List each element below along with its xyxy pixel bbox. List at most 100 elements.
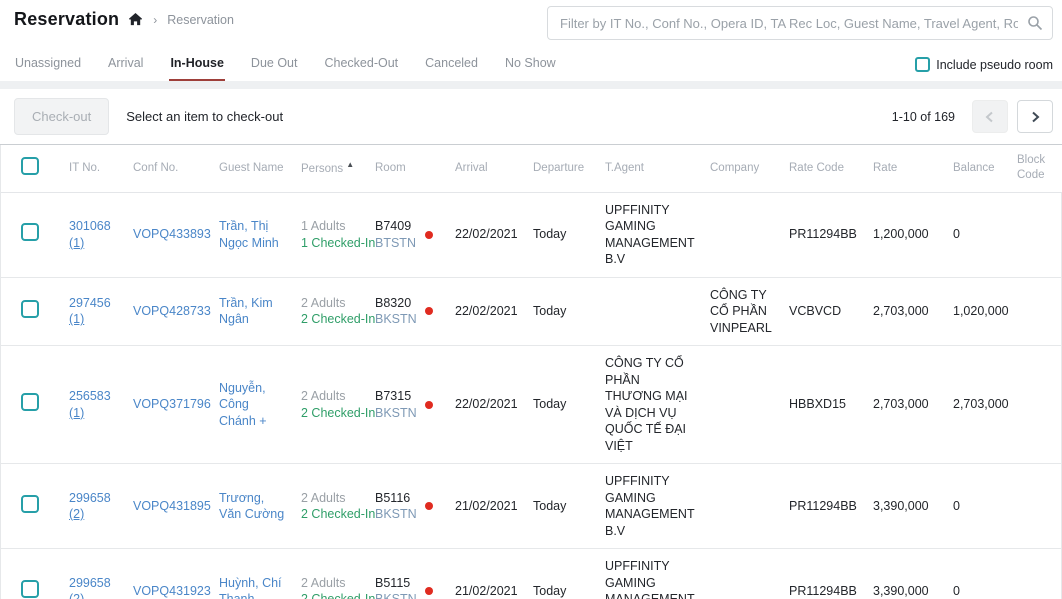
arrival-date: 22/02/2021	[443, 192, 521, 277]
it-no-link[interactable]: 297456 (1)	[69, 296, 111, 327]
tab-due-out[interactable]: Due Out	[250, 48, 299, 81]
it-no-link[interactable]: 299658 (2)	[69, 576, 111, 599]
column-header-rate_code[interactable]: Rate Code	[777, 145, 861, 192]
row-checkbox[interactable]	[21, 495, 39, 513]
column-header-t_agent[interactable]: T.Agent	[593, 145, 698, 192]
room-type-code: BKSTN	[375, 311, 417, 328]
persons-count: 2 Adults	[301, 490, 359, 507]
column-header-company[interactable]: Company	[698, 145, 777, 192]
table-row: 299658 (2) VOPQ431895 Trương, Văn Cường …	[1, 464, 1062, 549]
block-code	[1005, 464, 1062, 549]
conf-no-link[interactable]: VOPQ371796	[133, 397, 211, 411]
room-number: B5115	[375, 575, 417, 592]
breadcrumb-current[interactable]: Reservation	[167, 13, 234, 27]
reservations-table: IT No.Conf No.Guest NamePersons▲RoomArri…	[0, 145, 1062, 599]
persons-count: 2 Adults	[301, 295, 359, 312]
rate-code: VCBVCD	[777, 277, 861, 346]
room-type-code: BKSTN	[375, 591, 417, 599]
column-header-rate[interactable]: Rate	[861, 145, 941, 192]
tabs: Unassigned Arrival In-House Due Out Checked-…	[14, 48, 557, 81]
row-checkbox[interactable]	[21, 223, 39, 241]
tab-arrival[interactable]: Arrival	[107, 48, 144, 81]
table-row: 301068 (1) VOPQ433893 Trần, Thị Ngọc Min…	[1, 192, 1062, 277]
room-type-code: BTSTN	[375, 235, 416, 252]
conf-no-link[interactable]: VOPQ431895	[133, 499, 211, 513]
row-checkbox[interactable]	[21, 393, 39, 411]
guest-name-link[interactable]: Trương, Văn Cường	[219, 491, 284, 522]
column-header-select	[1, 145, 57, 192]
guest-name-link[interactable]: Huỳnh, Chí Thanh	[219, 576, 282, 599]
check-out-button[interactable]: Check-out	[14, 98, 109, 135]
guest-name-link[interactable]: Trần, Kim Ngân	[219, 296, 273, 327]
conf-no-link[interactable]: VOPQ431923	[133, 584, 211, 598]
room-number: B7409	[375, 218, 416, 235]
tab-canceled[interactable]: Canceled	[424, 48, 479, 81]
travel-agent: CÔNG TY CỔ PHẦN THƯƠNG MẠI VÀ DỊCH VỤ QU…	[593, 346, 698, 464]
column-header-balance[interactable]: Balance	[941, 145, 1005, 192]
balance: 0	[941, 464, 1005, 549]
it-no-link[interactable]: 256583 (1)	[69, 389, 111, 420]
travel-agent	[593, 277, 698, 346]
travel-agent: UPFFINITY GAMING MANAGEMENT B.V	[593, 464, 698, 549]
column-header-block_code[interactable]: Block Code	[1005, 145, 1062, 192]
include-pseudo-room-checkbox[interactable]	[915, 57, 930, 72]
tab-checked-out[interactable]: Checked-Out	[323, 48, 399, 81]
tab-in-house[interactable]: In-House	[169, 48, 224, 81]
checked-in-count: 2 Checked-In	[301, 506, 359, 523]
red-dot-indicator	[425, 502, 433, 510]
rate: 2,703,000	[861, 277, 941, 346]
persons-count: 2 Adults	[301, 575, 359, 592]
tab-no-show[interactable]: No Show	[504, 48, 557, 81]
room-type-code: BKSTN	[375, 506, 417, 523]
select-all-checkbox[interactable]	[21, 157, 39, 175]
balance: 1,020,000	[941, 277, 1005, 346]
tab-unassigned[interactable]: Unassigned	[14, 48, 82, 81]
row-checkbox[interactable]	[21, 300, 39, 318]
rate-code: PR11294BB	[777, 464, 861, 549]
rate: 3,390,000	[861, 464, 941, 549]
rate: 1,200,000	[861, 192, 941, 277]
column-header-conf_no[interactable]: Conf No.	[121, 145, 207, 192]
company	[698, 464, 777, 549]
persons-count: 2 Adults	[301, 388, 359, 405]
block-code	[1005, 549, 1062, 599]
column-header-guest_name[interactable]: Guest Name	[207, 145, 289, 192]
company: CÔNG TY CỔ PHẦN VINPEARL	[698, 277, 777, 346]
search-input[interactable]	[547, 6, 1053, 40]
room-type-code: BKSTN	[375, 405, 417, 422]
column-header-departure[interactable]: Departure	[521, 145, 593, 192]
row-checkbox[interactable]	[21, 580, 39, 598]
departure-date: Today	[521, 192, 593, 277]
room-number: B7315	[375, 388, 417, 405]
column-header-it_no[interactable]: IT No.	[57, 145, 121, 192]
company	[698, 346, 777, 464]
departure-date: Today	[521, 346, 593, 464]
red-dot-indicator	[425, 587, 433, 595]
checked-in-count: 2 Checked-In	[301, 311, 359, 328]
pagination-range: 1-10 of 169	[892, 110, 955, 124]
arrival-date: 21/02/2021	[443, 464, 521, 549]
balance: 0	[941, 192, 1005, 277]
checked-in-count: 2 Checked-In	[301, 405, 359, 422]
table-header-row: IT No.Conf No.Guest NamePersons▲RoomArri…	[1, 145, 1062, 192]
tabs-row: Unassigned Arrival In-House Due Out Checked-…	[0, 40, 1062, 81]
guest-name-link[interactable]: Nguyễn, Công Chánh +	[219, 381, 267, 428]
guest-name-link[interactable]: Trần, Thị Ngọc Minh	[219, 219, 279, 250]
block-code	[1005, 346, 1062, 464]
conf-no-link[interactable]: VOPQ428733	[133, 304, 211, 318]
room-number: B5116	[375, 490, 417, 507]
column-header-persons[interactable]: Persons▲	[289, 145, 363, 192]
pagination-next-button[interactable]	[1017, 100, 1053, 133]
conf-no-link[interactable]: VOPQ433893	[133, 227, 211, 241]
red-dot-indicator	[425, 401, 433, 409]
column-header-arrival[interactable]: Arrival	[443, 145, 521, 192]
table-row: 297456 (1) VOPQ428733 Trần, Kim Ngân 2 A…	[1, 277, 1062, 346]
it-no-link[interactable]: 299658 (2)	[69, 491, 111, 522]
it-no-link[interactable]: 301068 (1)	[69, 219, 111, 250]
checked-in-count: 2 Checked-In	[301, 591, 359, 599]
home-icon[interactable]	[128, 12, 143, 27]
search-icon[interactable]	[1027, 15, 1043, 31]
page-title: Reservation	[14, 9, 119, 30]
column-header-room[interactable]: Room	[363, 145, 443, 192]
pagination-prev-button[interactable]	[972, 100, 1008, 133]
